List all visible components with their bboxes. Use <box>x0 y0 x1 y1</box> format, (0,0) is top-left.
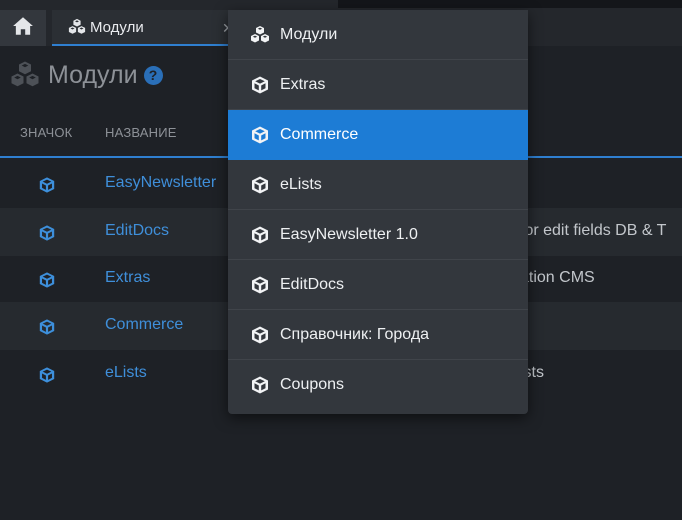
cube-icon <box>250 175 270 195</box>
dropdown-item-label: Extras <box>280 75 326 93</box>
module-description: ation CMS <box>520 269 595 286</box>
home-icon <box>12 15 34 42</box>
cube-icon <box>250 225 270 245</box>
dropdown-item-label: EditDocs <box>280 275 345 293</box>
module-link[interactable]: Commerce <box>105 316 183 334</box>
dropdown-item-extras[interactable]: Extras <box>228 60 528 110</box>
cubes-icon <box>250 25 270 45</box>
cube-icon <box>38 224 56 242</box>
module-link[interactable]: eLists <box>105 364 147 382</box>
help-icon[interactable]: ? <box>143 65 163 85</box>
dropdown-item-coupons[interactable]: Coupons <box>228 360 528 410</box>
dropdown-item-cities[interactable]: Справочник: Города <box>228 310 528 360</box>
cube-icon <box>250 125 270 145</box>
dropdown-item-label: eLists <box>280 175 322 193</box>
modules-dropdown-menu: Модули Extras Commerce eLists EasyNewsle… <box>228 10 528 414</box>
tab-modules[interactable]: Модули <box>52 10 228 46</box>
home-tab[interactable] <box>0 10 46 46</box>
cube-icon <box>38 176 56 194</box>
cube-icon <box>250 325 270 345</box>
dropdown-item-elists[interactable]: eLists <box>228 160 528 210</box>
cube-icon <box>38 366 56 384</box>
tab-modules-label: Модули <box>90 18 144 36</box>
cubes-icon <box>68 18 86 36</box>
dropdown-item-label: Модули <box>280 25 338 43</box>
cube-icon <box>250 75 270 95</box>
dropdown-item-label: Commerce <box>280 125 359 143</box>
dropdown-item-label: Справочник: Города <box>280 325 430 343</box>
cube-icon <box>38 271 56 289</box>
page-title: Модули ? <box>10 60 163 90</box>
dropdown-item-commerce[interactable]: Commerce <box>228 110 528 160</box>
top-strip <box>338 0 682 8</box>
module-description: for edit fields DB & T <box>520 222 667 239</box>
dropdown-item-label: Coupons <box>280 376 345 393</box>
column-header-icon[interactable]: ЗНАЧОК <box>20 125 72 140</box>
cube-icon <box>250 375 270 395</box>
cube-icon <box>38 318 56 336</box>
dropdown-item-editdocs[interactable]: EditDocs <box>228 260 528 310</box>
module-link[interactable]: EditDocs <box>105 222 169 240</box>
cubes-icon <box>10 60 40 90</box>
column-header-name[interactable]: НАЗВАНИЕ <box>105 125 177 140</box>
dropdown-item-modules[interactable]: Модули <box>228 10 528 60</box>
module-link[interactable]: EasyNewsletter <box>105 174 216 192</box>
module-link[interactable]: Extras <box>105 269 150 287</box>
cube-icon <box>250 275 270 295</box>
dropdown-item-easynewsletter[interactable]: EasyNewsletter 1.0 <box>228 210 528 260</box>
page-title-text: Модули <box>48 60 138 89</box>
dropdown-item-label: EasyNewsletter 1.0 <box>280 225 418 243</box>
